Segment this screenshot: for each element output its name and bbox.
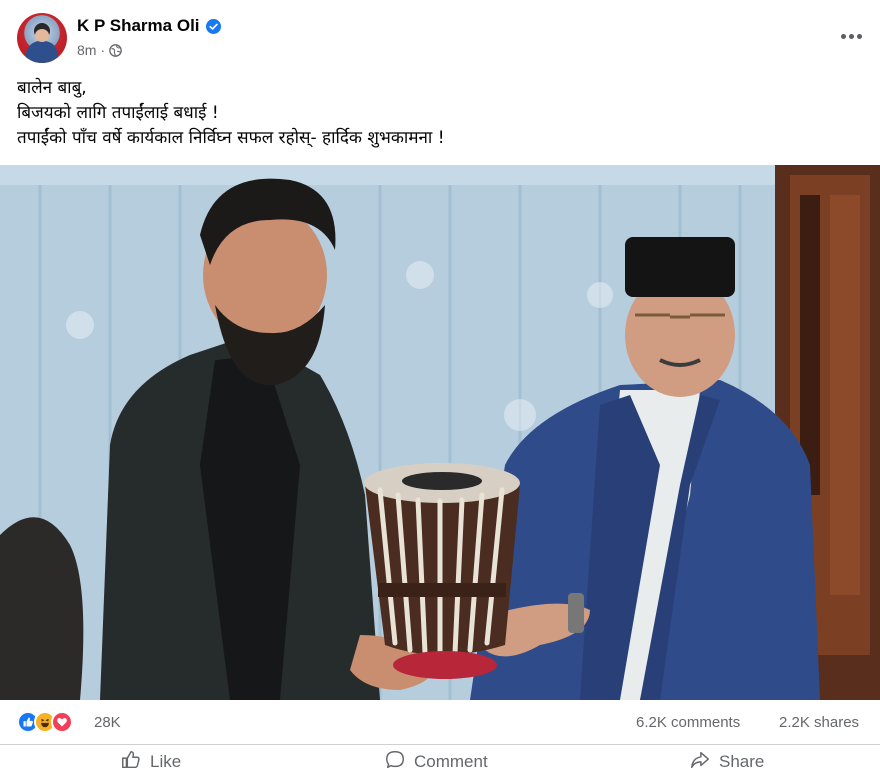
author-row: K P Sharma Oli	[77, 15, 221, 37]
comment-icon	[384, 749, 406, 768]
reactions-summary: 28K 6.2K comments 2.2K shares	[0, 706, 880, 740]
photo-illustration	[0, 165, 880, 700]
reaction-icons[interactable]	[17, 711, 73, 735]
post-message: बालेन बाबु, बिजयको लागि तपाईंलाई बधाई ! …	[17, 76, 857, 151]
comment-label: Comment	[414, 752, 488, 768]
share-label: Share	[719, 752, 765, 768]
author-avatar[interactable]	[17, 13, 67, 63]
post-timestamp[interactable]: 8m	[77, 42, 96, 58]
more-options-button[interactable]	[834, 22, 868, 50]
like-button[interactable]: Like	[120, 749, 181, 768]
more-options-icon	[840, 33, 846, 39]
love-reaction-icon	[51, 711, 73, 733]
post-action-bar: Like Comment Share	[0, 744, 880, 768]
meta-separator: ·	[100, 42, 106, 58]
post-line-1: बालेन बाबु,	[17, 78, 87, 98]
post-header: K P Sharma Oli 8m ·	[0, 0, 880, 72]
like-icon	[120, 749, 142, 768]
post-line-2: बिजयको लागि तपाईंलाई बधाई !	[17, 103, 219, 123]
author-name[interactable]: K P Sharma Oli	[77, 16, 200, 36]
globe-icon[interactable]	[109, 43, 122, 57]
verified-badge-icon	[205, 18, 221, 34]
post-photo[interactable]	[0, 165, 880, 700]
facebook-post: K P Sharma Oli 8m · बालेन बाबु, बिजयको ल…	[0, 0, 880, 768]
share-button[interactable]: Share	[689, 749, 764, 768]
post-line-3: तपाईंको पाँच वर्षे कार्यकाल निर्विघ्न सफ…	[17, 128, 445, 148]
shares-count[interactable]: 2.2K shares	[779, 714, 859, 731]
share-icon	[689, 749, 711, 768]
comments-count[interactable]: 6.2K comments	[636, 714, 740, 731]
post-meta: 8m ·	[77, 41, 122, 59]
comment-button[interactable]: Comment	[384, 749, 488, 768]
like-label: Like	[150, 752, 182, 768]
reaction-count[interactable]: 28K	[94, 714, 121, 731]
